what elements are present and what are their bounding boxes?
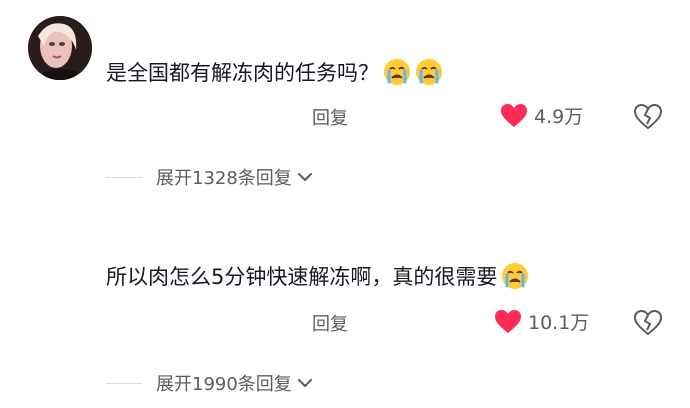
crying-face-icon (501, 262, 529, 290)
crying-face-icon (415, 58, 443, 86)
like-count: 4.9万 (534, 106, 584, 128)
expand-replies-button[interactable]: 展开1328条回复 (106, 164, 314, 190)
like-count: 10.1万 (528, 312, 590, 334)
comment-text: 所以肉怎么5分钟快速解冻啊，真的很需要 (106, 262, 529, 292)
broken-heart-icon (633, 309, 663, 336)
expand-replies-button[interactable]: 展开1990条回复 (106, 370, 314, 396)
reply-button[interactable]: 回复 (312, 310, 348, 336)
comment-text: 是全国都有解冻肉的任务吗？ (106, 58, 443, 88)
reply-button[interactable]: 回复 (312, 104, 348, 130)
like-button[interactable]: 10.1万 (494, 308, 589, 335)
like-button[interactable]: 4.9万 (500, 102, 583, 129)
divider (106, 176, 142, 178)
divider (106, 382, 142, 384)
heart-icon (500, 103, 528, 129)
chevron-down-icon (297, 173, 312, 181)
crying-face-icon (383, 58, 411, 86)
chevron-down-icon (297, 379, 312, 387)
avatar[interactable] (28, 16, 92, 80)
broken-heart-icon (633, 103, 663, 130)
dislike-button[interactable] (633, 103, 663, 130)
dislike-button[interactable] (633, 309, 663, 336)
heart-icon (494, 309, 522, 335)
